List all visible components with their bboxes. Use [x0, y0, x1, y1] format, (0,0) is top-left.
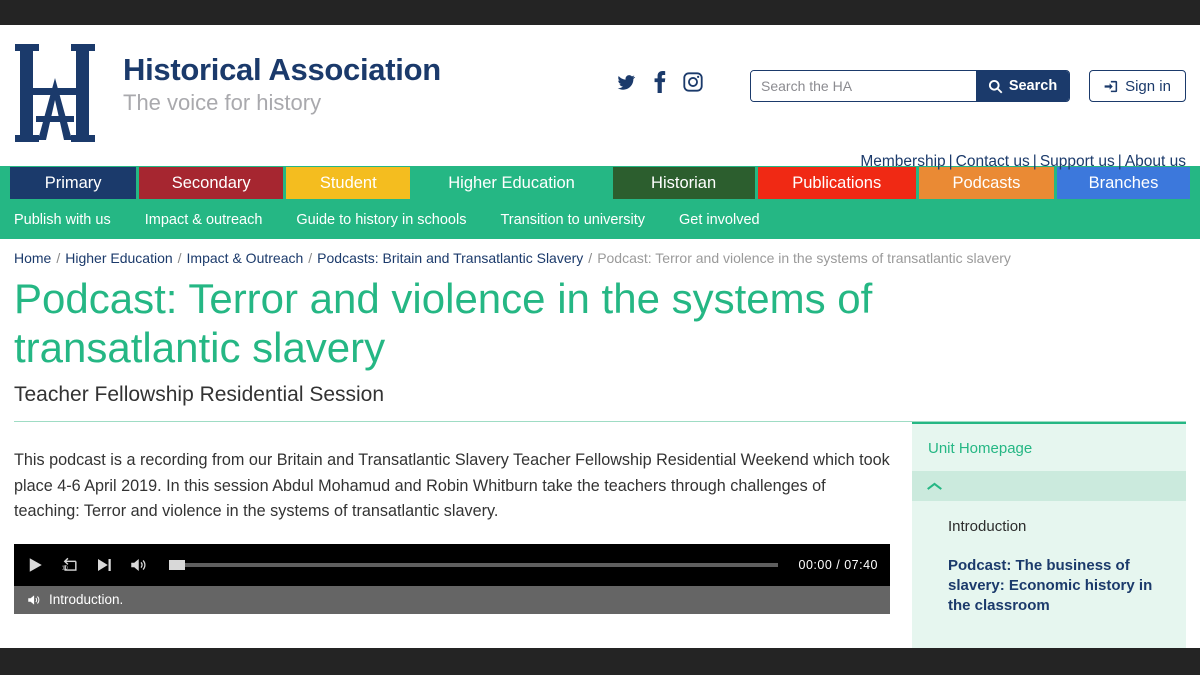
caption-text: Introduction. — [49, 592, 124, 608]
sign-in-icon — [1104, 80, 1118, 92]
rewind-10-icon[interactable]: 10 — [59, 555, 80, 574]
nav-tab-historian-label: Historian — [651, 173, 717, 192]
progress-handle[interactable] — [169, 559, 185, 570]
svg-text:10: 10 — [62, 566, 68, 572]
main-navigation: Primary Secondary Student Higher Educati… — [0, 166, 1200, 201]
breadcrumb: Home / Higher Education / Impact & Outreach /… — [14, 250, 1011, 266]
caption-bar: Introduction. — [14, 585, 890, 614]
utility-links: Membership | Contact us | Support us | About u… — [860, 153, 1186, 170]
progress-bar[interactable] — [169, 559, 778, 570]
subnav-item-guide-to-history-in-schools[interactable]: Guide to history in schools — [296, 212, 466, 228]
time-display: 00:00 / 07:40 — [798, 557, 878, 572]
main-column: This podcast is a recording from our Bri… — [0, 422, 908, 648]
ha-monogram-icon — [15, 44, 95, 142]
nav-tab-podcasts-label: Podcasts — [952, 173, 1021, 192]
search-button[interactable]: Search — [976, 71, 1069, 101]
sidebar-unit-homepage-label: Unit Homepage — [928, 440, 1033, 458]
nav-tab-primary-label: Primary — [44, 173, 102, 192]
caption-speaker-icon — [28, 595, 40, 605]
page-root: Historical Association The voice for his… — [0, 25, 1200, 648]
unit-sidebar: Unit Homepage Introduction Podcast: The … — [912, 422, 1186, 648]
search-icon — [988, 79, 1003, 93]
sidebar-item-business-of-slavery-label: Podcast: The business of slavery: Econom… — [948, 556, 1153, 615]
nav-tab-branches[interactable]: Branches — [1056, 167, 1191, 199]
subnav-item-get-involved[interactable]: Get involved — [679, 212, 760, 228]
logo-title: Historical Association — [123, 52, 441, 87]
search-box: Search — [750, 70, 1070, 102]
nav-tab-branches-label: Branches — [1088, 173, 1159, 192]
breadcrumb-item-higher-education[interactable]: Higher Education — [65, 250, 172, 266]
logo-subtitle: The voice for history — [123, 89, 322, 115]
page-title: Podcast: Terror and violence in the syst… — [14, 275, 873, 371]
instagram-icon[interactable] — [682, 71, 704, 93]
nav-tab-secondary-label: Secondary — [171, 173, 251, 192]
breadcrumb-item-podcasts-unit[interactable]: Podcasts: Britain and Transatlantic Slav… — [317, 250, 583, 266]
breadcrumb-current: Podcast: Terror and violence in the syst… — [597, 250, 1011, 266]
sidebar-item-list: Introduction Podcast: The business of sl… — [912, 501, 1186, 616]
sidebar-item-business-of-slavery[interactable]: Podcast: The business of slavery: Econom… — [948, 556, 1170, 617]
search-input[interactable] — [751, 71, 976, 101]
nav-tab-publications[interactable]: Publications — [757, 167, 916, 199]
social-links — [615, 71, 704, 93]
chevron-up-icon — [927, 482, 942, 490]
nav-tab-podcasts[interactable]: Podcasts — [918, 167, 1054, 199]
sidebar-item-introduction-label: Introduction — [948, 518, 1027, 536]
browser-chrome-top-bar — [0, 0, 1200, 25]
breadcrumb-item-home[interactable]: Home — [14, 250, 51, 266]
subnav-item-impact-outreach[interactable]: Impact & outreach — [145, 212, 263, 228]
site-header: Historical Association The voice for his… — [0, 25, 1200, 170]
nav-tab-student-label: Student — [319, 173, 377, 192]
search-button-label: Search — [1008, 78, 1058, 94]
link-about-us[interactable]: About us — [1125, 153, 1186, 170]
sign-in-button[interactable]: Sign in — [1089, 70, 1186, 102]
volume-icon[interactable] — [128, 556, 148, 574]
article-body: This podcast is a recording from our Bri… — [14, 451, 890, 520]
browser-chrome-bottom-bar — [0, 648, 1200, 675]
sub-navigation: Publish with us Impact & outreach Guide … — [0, 201, 1200, 239]
link-contact-us[interactable]: Contact us — [956, 153, 1030, 170]
site-logo[interactable]: Historical Association The voice for his… — [14, 38, 441, 148]
breadcrumb-item-impact-outreach[interactable]: Impact & Outreach — [187, 250, 304, 266]
nav-tab-student[interactable]: Student — [286, 167, 411, 199]
link-support-us[interactable]: Support us — [1040, 153, 1115, 170]
sidebar-unit-homepage-link[interactable]: Unit Homepage — [912, 424, 1186, 471]
play-icon[interactable] — [26, 556, 44, 574]
subnav-item-publish-with-us[interactable]: Publish with us — [14, 212, 111, 228]
nav-tab-publications-label: Publications — [792, 173, 882, 192]
nav-tab-higher-education[interactable]: Higher Education — [413, 167, 610, 199]
nav-tab-higher-education-label: Higher Education — [448, 173, 575, 192]
twitter-icon[interactable] — [615, 73, 637, 92]
nav-tab-secondary[interactable]: Secondary — [139, 167, 284, 199]
sign-in-label: Sign in — [1125, 77, 1171, 95]
next-track-icon[interactable] — [95, 556, 113, 574]
nav-tab-historian[interactable]: Historian — [612, 167, 755, 199]
nav-tab-primary[interactable]: Primary — [10, 167, 137, 199]
sidebar-collapse-toggle[interactable] — [912, 471, 1186, 502]
audio-player: 10 00:00 / 07:40 — [14, 543, 890, 586]
sidebar-item-introduction[interactable]: Introduction — [948, 517, 1170, 537]
link-membership[interactable]: Membership — [860, 153, 945, 170]
subnav-item-transition-to-university[interactable]: Transition to university — [500, 212, 645, 228]
page-subtitle: Teacher Fellowship Residential Session — [14, 383, 385, 407]
facebook-icon[interactable] — [653, 71, 666, 93]
content-area: This podcast is a recording from our Bri… — [0, 422, 1200, 648]
